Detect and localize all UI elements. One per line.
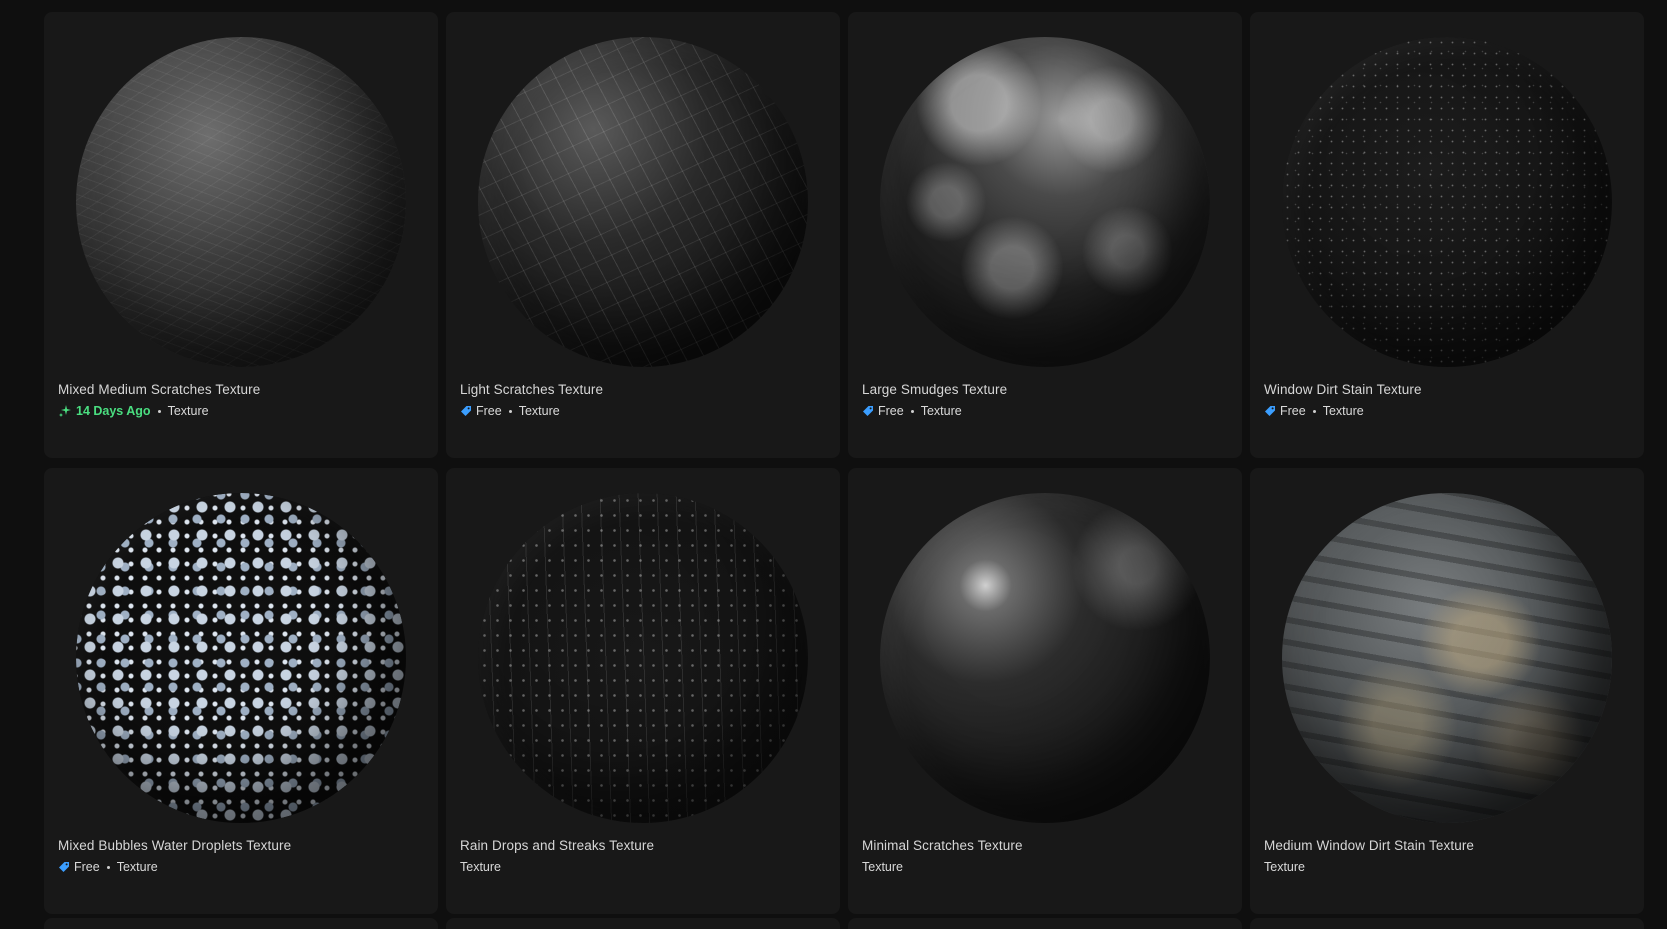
thumbnail[interactable] (848, 468, 1242, 848)
texture-card-partial[interactable] (446, 918, 840, 929)
texture-grid: Mixed Medium Scratches Texture 14 Days A… (44, 12, 1644, 914)
card-title[interactable]: Light Scratches Texture (460, 382, 603, 397)
category-label[interactable]: Texture (460, 860, 501, 874)
texture-preview-sphere (1282, 493, 1612, 823)
sparkle-icon (59, 405, 71, 417)
texture-card-partial[interactable] (44, 918, 438, 929)
price-tag-icon (863, 406, 873, 416)
free-badge-label: Free (1280, 404, 1306, 418)
card-meta: Texture (460, 860, 501, 874)
thumbnail[interactable] (848, 12, 1242, 392)
texture-card-partial[interactable] (1250, 918, 1644, 929)
thumbnail[interactable] (1250, 12, 1644, 392)
card-title[interactable]: Minimal Scratches Texture (862, 838, 1023, 853)
free-badge: Free (58, 860, 100, 874)
separator-dot (106, 865, 110, 869)
texture-card[interactable]: Rain Drops and Streaks Texture Texture (446, 468, 840, 914)
category-label[interactable]: Texture (1264, 860, 1305, 874)
texture-card[interactable]: Window Dirt Stain Texture Free Texture (1250, 12, 1644, 458)
category-label[interactable]: Texture (168, 404, 209, 418)
card-meta: Free Texture (460, 404, 560, 418)
texture-card-partial[interactable] (848, 918, 1242, 929)
texture-card[interactable]: Mixed Medium Scratches Texture 14 Days A… (44, 12, 438, 458)
free-badge-label: Free (476, 404, 502, 418)
separator-dot (508, 409, 512, 413)
texture-preview-sphere (76, 493, 406, 823)
texture-preview-sphere (478, 493, 808, 823)
card-title[interactable]: Mixed Bubbles Water Droplets Texture (58, 838, 291, 853)
price-tag-icon (461, 406, 471, 416)
separator-dot (157, 409, 161, 413)
card-title[interactable]: Medium Window Dirt Stain Texture (1264, 838, 1474, 853)
card-meta: Texture (862, 860, 903, 874)
separator-dot (1312, 409, 1316, 413)
free-badge: Free (862, 404, 904, 418)
texture-preview-sphere (478, 37, 808, 367)
texture-card[interactable]: Mixed Bubbles Water Droplets Texture Fre… (44, 468, 438, 914)
texture-preview-sphere (880, 37, 1210, 367)
texture-preview-sphere (76, 37, 406, 367)
thumbnail[interactable] (446, 468, 840, 848)
category-label[interactable]: Texture (862, 860, 903, 874)
card-title[interactable]: Rain Drops and Streaks Texture (460, 838, 654, 853)
card-title[interactable]: Large Smudges Texture (862, 382, 1007, 397)
category-label[interactable]: Texture (1323, 404, 1364, 418)
texture-preview-sphere (880, 493, 1210, 823)
card-meta: Free Texture (862, 404, 962, 418)
card-title[interactable]: Mixed Medium Scratches Texture (58, 382, 260, 397)
price-tag-icon (1265, 406, 1275, 416)
card-meta: Free Texture (58, 860, 158, 874)
texture-preview-sphere (1282, 37, 1612, 367)
separator-dot (910, 409, 914, 413)
category-label[interactable]: Texture (921, 404, 962, 418)
category-label[interactable]: Texture (117, 860, 158, 874)
card-meta: 14 Days Ago Texture (58, 404, 209, 418)
free-badge: Free (460, 404, 502, 418)
card-meta: Texture (1264, 860, 1305, 874)
free-badge: Free (1264, 404, 1306, 418)
thumbnail[interactable] (44, 12, 438, 392)
price-tag-icon (59, 862, 69, 872)
category-label[interactable]: Texture (519, 404, 560, 418)
texture-card[interactable]: Light Scratches Texture Free Texture (446, 12, 840, 458)
texture-card[interactable]: Minimal Scratches Texture Texture (848, 468, 1242, 914)
thumbnail[interactable] (44, 468, 438, 848)
thumbnail[interactable] (1250, 468, 1644, 848)
new-badge: 14 Days Ago (58, 404, 151, 418)
free-badge-label: Free (878, 404, 904, 418)
texture-card[interactable]: Large Smudges Texture Free Texture (848, 12, 1242, 458)
thumbnail[interactable] (446, 12, 840, 392)
free-badge-label: Free (74, 860, 100, 874)
card-title[interactable]: Window Dirt Stain Texture (1264, 382, 1422, 397)
card-meta: Free Texture (1264, 404, 1364, 418)
new-badge-label: 14 Days Ago (76, 404, 151, 418)
texture-card[interactable]: Medium Window Dirt Stain Texture Texture (1250, 468, 1644, 914)
